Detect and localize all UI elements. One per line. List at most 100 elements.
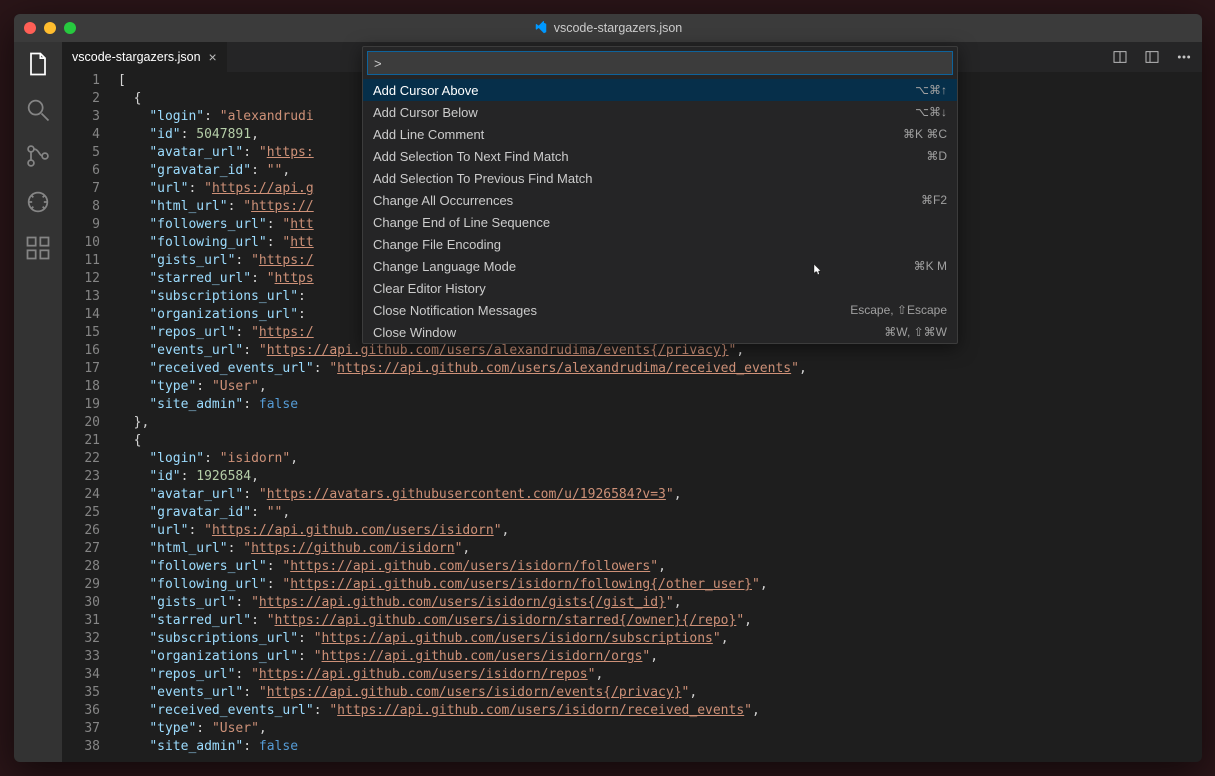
- code-line[interactable]: "followers_url": "https://api.github.com…: [118, 558, 1202, 576]
- command-palette-item[interactable]: Add Selection To Previous Find Match: [363, 167, 957, 189]
- command-label: Close Window: [373, 325, 456, 340]
- command-label: Add Cursor Below: [373, 105, 478, 120]
- window-titlebar: vscode-stargazers.json: [14, 14, 1202, 42]
- gutter: 1234567891011121314151617181920212223242…: [62, 72, 118, 762]
- code-line[interactable]: "id": 1926584,: [118, 468, 1202, 486]
- tab-label: vscode-stargazers.json: [72, 50, 201, 64]
- code-line[interactable]: "starred_url": "https://api.github.com/u…: [118, 612, 1202, 630]
- window-title: vscode-stargazers.json: [14, 21, 1202, 35]
- command-palette-item[interactable]: Add Cursor Above ⌥⌘↑: [363, 79, 957, 101]
- code-line[interactable]: "events_url": "https://api.github.com/us…: [118, 342, 1202, 360]
- code-line[interactable]: "following_url": "https://api.github.com…: [118, 576, 1202, 594]
- extensions-icon[interactable]: [24, 234, 52, 262]
- search-icon[interactable]: [24, 96, 52, 124]
- command-shortcut: ⌘W, ⇧⌘W: [884, 325, 947, 339]
- line-number: 21: [62, 432, 100, 450]
- code-line[interactable]: "received_events_url": "https://api.gith…: [118, 360, 1202, 378]
- line-number: 18: [62, 378, 100, 396]
- line-number: 9: [62, 216, 100, 234]
- line-number: 19: [62, 396, 100, 414]
- command-label: Clear Editor History: [373, 281, 486, 296]
- line-number: 6: [62, 162, 100, 180]
- command-palette-item[interactable]: Change End of Line Sequence: [363, 211, 957, 233]
- code-line[interactable]: "organizations_url": "https://api.github…: [118, 648, 1202, 666]
- line-number: 29: [62, 576, 100, 594]
- close-window-button[interactable]: [24, 22, 36, 34]
- command-label: Close Notification Messages: [373, 303, 537, 318]
- command-palette-item[interactable]: Add Cursor Below ⌥⌘↓: [363, 101, 957, 123]
- code-line[interactable]: "events_url": "https://api.github.com/us…: [118, 684, 1202, 702]
- tab-file[interactable]: vscode-stargazers.json ×: [62, 42, 227, 72]
- code-line[interactable]: "gists_url": "https://api.github.com/use…: [118, 594, 1202, 612]
- line-number: 36: [62, 702, 100, 720]
- command-label: Add Line Comment: [373, 127, 484, 142]
- command-shortcut: ⌥⌘↑: [915, 83, 947, 97]
- command-palette-item[interactable]: Change All Occurrences ⌘F2: [363, 189, 957, 211]
- maximize-window-button[interactable]: [64, 22, 76, 34]
- line-number: 10: [62, 234, 100, 252]
- line-number: 14: [62, 306, 100, 324]
- more-icon[interactable]: [1176, 49, 1192, 65]
- code-line[interactable]: "type": "User",: [118, 720, 1202, 738]
- command-label: Change End of Line Sequence: [373, 215, 550, 230]
- command-label: Change All Occurrences: [373, 193, 513, 208]
- layout-icon[interactable]: [1144, 49, 1160, 65]
- line-number: 7: [62, 180, 100, 198]
- debug-icon[interactable]: [24, 188, 52, 216]
- line-number: 5: [62, 144, 100, 162]
- line-number: 17: [62, 360, 100, 378]
- command-shortcut: ⌘F2: [921, 193, 947, 207]
- line-number: 30: [62, 594, 100, 612]
- command-palette-input[interactable]: [367, 51, 953, 75]
- command-palette-item[interactable]: Change File Encoding: [363, 233, 957, 255]
- command-label: Add Selection To Next Find Match: [373, 149, 569, 164]
- close-tab-icon[interactable]: ×: [209, 50, 217, 64]
- line-number: 24: [62, 486, 100, 504]
- window-title-text: vscode-stargazers.json: [554, 21, 683, 35]
- vscode-icon: [534, 21, 548, 35]
- line-number: 37: [62, 720, 100, 738]
- code-line[interactable]: "login": "isidorn",: [118, 450, 1202, 468]
- command-palette-item[interactable]: Clear Editor History: [363, 277, 957, 299]
- code-line[interactable]: },: [118, 414, 1202, 432]
- code-line[interactable]: "site_admin": false: [118, 396, 1202, 414]
- line-number: 22: [62, 450, 100, 468]
- command-palette-item[interactable]: Close Window ⌘W, ⇧⌘W: [363, 321, 957, 343]
- code-line[interactable]: "subscriptions_url": "https://api.github…: [118, 630, 1202, 648]
- code-line[interactable]: "html_url": "https://github.com/isidorn"…: [118, 540, 1202, 558]
- line-number: 38: [62, 738, 100, 756]
- command-shortcut: ⌘K M: [914, 259, 947, 273]
- line-number: 12: [62, 270, 100, 288]
- code-line[interactable]: "avatar_url": "https://avatars.githubuse…: [118, 486, 1202, 504]
- code-line[interactable]: "received_events_url": "https://api.gith…: [118, 702, 1202, 720]
- command-palette-item[interactable]: Close Notification MessagesEscape, ⇧Esca…: [363, 299, 957, 321]
- command-label: Add Selection To Previous Find Match: [373, 171, 592, 186]
- command-label: Add Cursor Above: [373, 83, 479, 98]
- files-icon[interactable]: [24, 50, 52, 78]
- activity-bar: [14, 42, 62, 762]
- code-line[interactable]: "gravatar_id": "",: [118, 504, 1202, 522]
- line-number: 32: [62, 630, 100, 648]
- line-number: 23: [62, 468, 100, 486]
- command-shortcut: ⌥⌘↓: [915, 105, 947, 119]
- line-number: 13: [62, 288, 100, 306]
- vscode-window: vscode-stargazers.json vscode-stargazers…: [14, 14, 1202, 762]
- command-label: Change Language Mode: [373, 259, 516, 274]
- code-line[interactable]: "url": "https://api.github.com/users/isi…: [118, 522, 1202, 540]
- code-line[interactable]: "site_admin": false: [118, 738, 1202, 756]
- line-number: 15: [62, 324, 100, 342]
- split-editor-icon[interactable]: [1112, 49, 1128, 65]
- command-palette-item[interactable]: Change Language Mode ⌘K M: [363, 255, 957, 277]
- command-palette-item[interactable]: Add Line Comment ⌘K ⌘C: [363, 123, 957, 145]
- line-number: 35: [62, 684, 100, 702]
- code-line[interactable]: {: [118, 432, 1202, 450]
- line-number: 34: [62, 666, 100, 684]
- line-number: 25: [62, 504, 100, 522]
- command-palette-item[interactable]: Add Selection To Next Find Match⌘D: [363, 145, 957, 167]
- code-line[interactable]: "repos_url": "https://api.github.com/use…: [118, 666, 1202, 684]
- line-number: 31: [62, 612, 100, 630]
- code-line[interactable]: "type": "User",: [118, 378, 1202, 396]
- command-shortcut: ⌘K ⌘C: [903, 127, 947, 141]
- source-control-icon[interactable]: [24, 142, 52, 170]
- minimize-window-button[interactable]: [44, 22, 56, 34]
